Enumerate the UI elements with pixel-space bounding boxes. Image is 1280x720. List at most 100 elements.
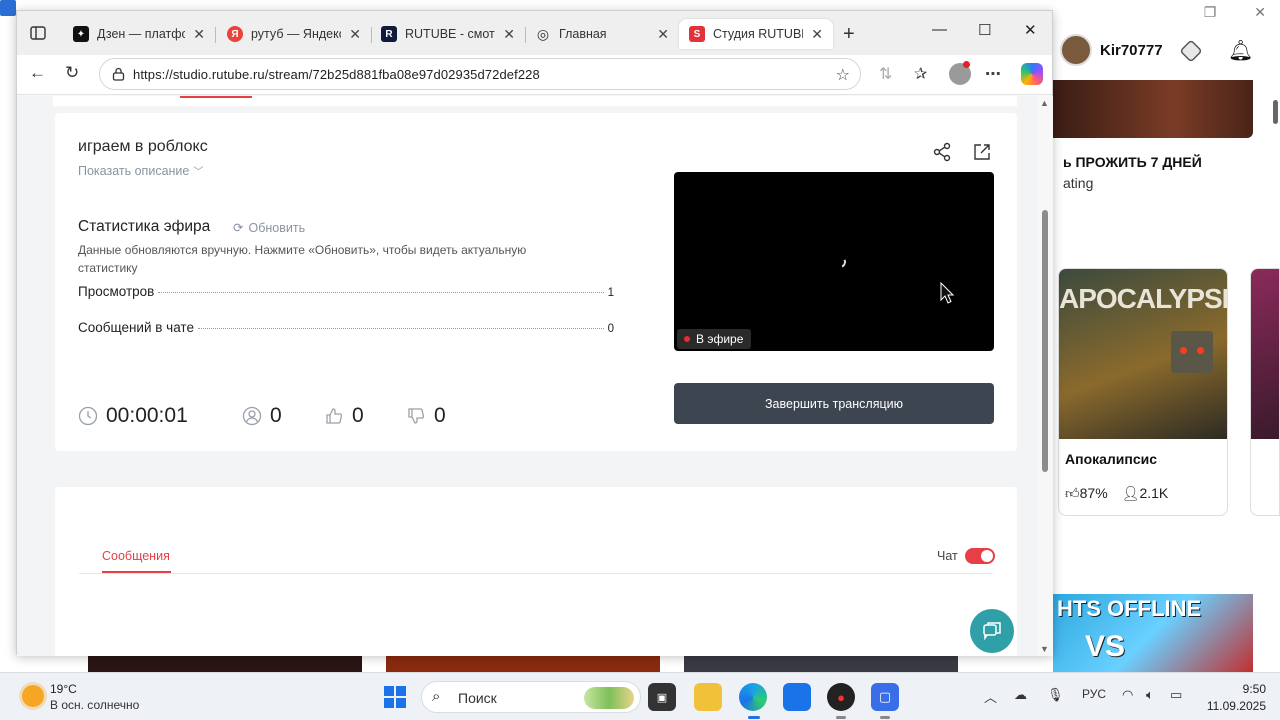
game-banner-vs: VS — [1085, 630, 1126, 663]
minimize-icon[interactable]: — — [932, 21, 947, 38]
bell-icon[interactable]: 🔔︎ — [1228, 38, 1253, 63]
support-chat-button[interactable] — [970, 609, 1014, 653]
favorites-icon[interactable]: ✰ — [914, 64, 927, 84]
search-icon[interactable]: ⌕ — [432, 688, 440, 705]
tray-chevron-icon[interactable]: ︿ — [984, 687, 997, 706]
game-banner-title: HTS OFFLINE — [1057, 596, 1202, 621]
start-windows-icon[interactable] — [384, 686, 406, 708]
tab-title: Студия RUTUBE — [713, 27, 804, 41]
external-link-icon[interactable] — [972, 142, 992, 162]
weather-sun-icon[interactable] — [22, 685, 44, 707]
edge-browser-icon[interactable] — [739, 683, 767, 711]
weather-temperature[interactable]: 19°C — [50, 682, 77, 696]
game-card-partial[interactable] — [1250, 268, 1280, 516]
show-description-label[interactable]: Показать описание — [78, 164, 189, 178]
close-icon[interactable]: ✕ — [349, 26, 361, 43]
weather-description[interactable]: В осн. солнечно — [50, 698, 139, 712]
refresh-button[interactable]: ⟳ Обновить — [233, 220, 305, 236]
recorder-icon[interactable]: ● — [827, 683, 855, 711]
refresh-icon[interactable]: ⟳ — [233, 220, 243, 235]
stat-value: 0 — [607, 323, 614, 335]
maximize-icon[interactable]: ☐ — [978, 21, 991, 39]
battery-icon[interactable]: ▭ — [1170, 687, 1182, 703]
game-card-character — [1171, 331, 1213, 373]
game-thumbnail[interactable] — [684, 656, 958, 672]
clock-date[interactable]: 11.09.2025 — [1196, 699, 1266, 713]
chat-toggle[interactable] — [965, 548, 995, 564]
rutube-favicon-icon: R — [381, 26, 397, 42]
lock-icon[interactable] — [112, 67, 125, 81]
end-stream-button[interactable]: Завершить трансляцию — [674, 383, 994, 424]
task-view-icon[interactable]: ▣ — [648, 683, 676, 711]
game-card-name[interactable]: Апокалипсис — [1059, 439, 1227, 467]
scroll-up-icon[interactable]: ▲ — [1040, 98, 1049, 108]
banner-title[interactable]: ь ПРОЖИТЬ 7 ДНЕЙ — [1063, 154, 1202, 170]
tab-rutube[interactable]: R RUTUBE - смотри ✕ — [371, 19, 525, 49]
reload-icon[interactable]: ↻ — [65, 63, 79, 83]
game-card-stats: 👍︎87% 👤︎2.1K — [1059, 467, 1227, 502]
read-aloud-icon[interactable]: ⇅ — [879, 64, 892, 84]
cloud-icon[interactable]: ☁ — [1014, 687, 1027, 703]
close-icon[interactable]: ✕ — [657, 26, 669, 43]
game-thumbnail-row — [88, 656, 958, 672]
search-label[interactable]: Поиск — [458, 690, 497, 706]
volume-icon[interactable]: 🔈︎ — [1146, 687, 1154, 703]
username[interactable]: Kir70777 — [1100, 42, 1163, 59]
url-text[interactable]: https://studio.rutube.ru/stream/72b25d88… — [133, 67, 540, 82]
tab-yandex[interactable]: Я рутуб — Яндекс ✕ — [217, 19, 371, 49]
studio-page: играем в роблокс Показать описание ﹀ Стат… — [17, 96, 1037, 656]
tab-messages[interactable]: Сообщения — [102, 549, 170, 563]
more-menu-icon[interactable]: ⋯ — [985, 64, 1001, 84]
restore-icon[interactable]: ❐ — [1204, 4, 1217, 21]
game-thumbnail[interactable] — [88, 656, 362, 672]
tab-dzen[interactable]: ✦ Дзен — платфор ✕ — [63, 19, 215, 49]
tab-main[interactable]: ◎ Главная ✕ — [525, 19, 679, 49]
tab-rutube-studio[interactable]: S Студия RUTUBE ✕ — [679, 19, 833, 49]
store-icon[interactable] — [783, 683, 811, 711]
background-scrollbar[interactable] — [1273, 100, 1278, 124]
back-icon[interactable]: ← — [29, 63, 46, 83]
search-highlight-image[interactable] — [584, 687, 634, 709]
share-icon[interactable] — [932, 142, 952, 162]
browser-window: ✦ Дзен — платфор ✕ Я рутуб — Яндекс ✕ R … — [16, 10, 1053, 656]
wifi-icon[interactable]: ◠ — [1122, 687, 1133, 703]
game-banner[interactable]: HTS OFFLINE VS — [1053, 594, 1253, 672]
scroll-down-icon[interactable]: ▼ — [1040, 644, 1049, 654]
tab-actions-icon[interactable] — [29, 24, 47, 42]
roblox-icon[interactable]: ▢ — [871, 683, 899, 711]
avatar[interactable] — [1060, 34, 1092, 66]
game-thumbnail[interactable] — [386, 656, 660, 672]
close-icon[interactable]: ✕ — [193, 26, 205, 43]
clock-time[interactable]: 9:50 — [1226, 682, 1266, 696]
microphone-icon[interactable]: 🎙︎ — [1047, 687, 1064, 703]
loading-spinner-icon — [832, 254, 848, 270]
game-thumbnail[interactable] — [1053, 80, 1253, 138]
game-card-image[interactable]: APOCALYPSE — [1059, 269, 1227, 439]
chat-bubble-icon[interactable] — [981, 620, 1003, 642]
dislikes-counter: 0 — [406, 404, 488, 428]
close-icon[interactable]: ✕ — [1254, 4, 1266, 21]
show-description-toggle[interactable]: Показать описание ﹀ — [78, 163, 203, 178]
yandex-favicon-icon: Я — [227, 26, 243, 42]
new-tab-icon[interactable]: + — [843, 23, 855, 46]
favorite-star-icon[interactable]: ☆ — [836, 65, 850, 85]
chevron-down-icon[interactable]: ﹀ — [193, 163, 203, 178]
duration-counter: 00:00:01 — [78, 404, 242, 428]
game-card[interactable]: APOCALYPSE Апокалипсис 👍︎87% 👤︎2.1K — [1058, 268, 1228, 516]
language-indicator[interactable]: РУС — [1082, 687, 1106, 701]
taskbar-search[interactable]: ⌕ Поиск — [421, 681, 641, 713]
close-window-icon[interactable]: ✕ — [1024, 21, 1037, 39]
file-explorer-icon[interactable] — [694, 683, 722, 711]
chat-card: Сообщения Чат — [55, 487, 1017, 656]
video-player[interactable]: В эфире — [674, 172, 994, 351]
refresh-label[interactable]: Обновить — [248, 221, 305, 235]
close-icon[interactable]: ✕ — [503, 26, 515, 43]
globe-icon: ◎ — [536, 25, 550, 42]
copilot-icon[interactable] — [1021, 63, 1043, 85]
profile-notification-dot — [963, 61, 970, 68]
address-bar[interactable]: https://studio.rutube.ru/stream/72b25d88… — [99, 58, 861, 90]
close-icon[interactable]: ✕ — [811, 26, 823, 43]
page-scrollbar[interactable]: ▲ ▼ — [1037, 96, 1053, 656]
scrollbar-thumb[interactable] — [1042, 210, 1048, 472]
stats-title: Статистика эфира — [78, 218, 211, 235]
